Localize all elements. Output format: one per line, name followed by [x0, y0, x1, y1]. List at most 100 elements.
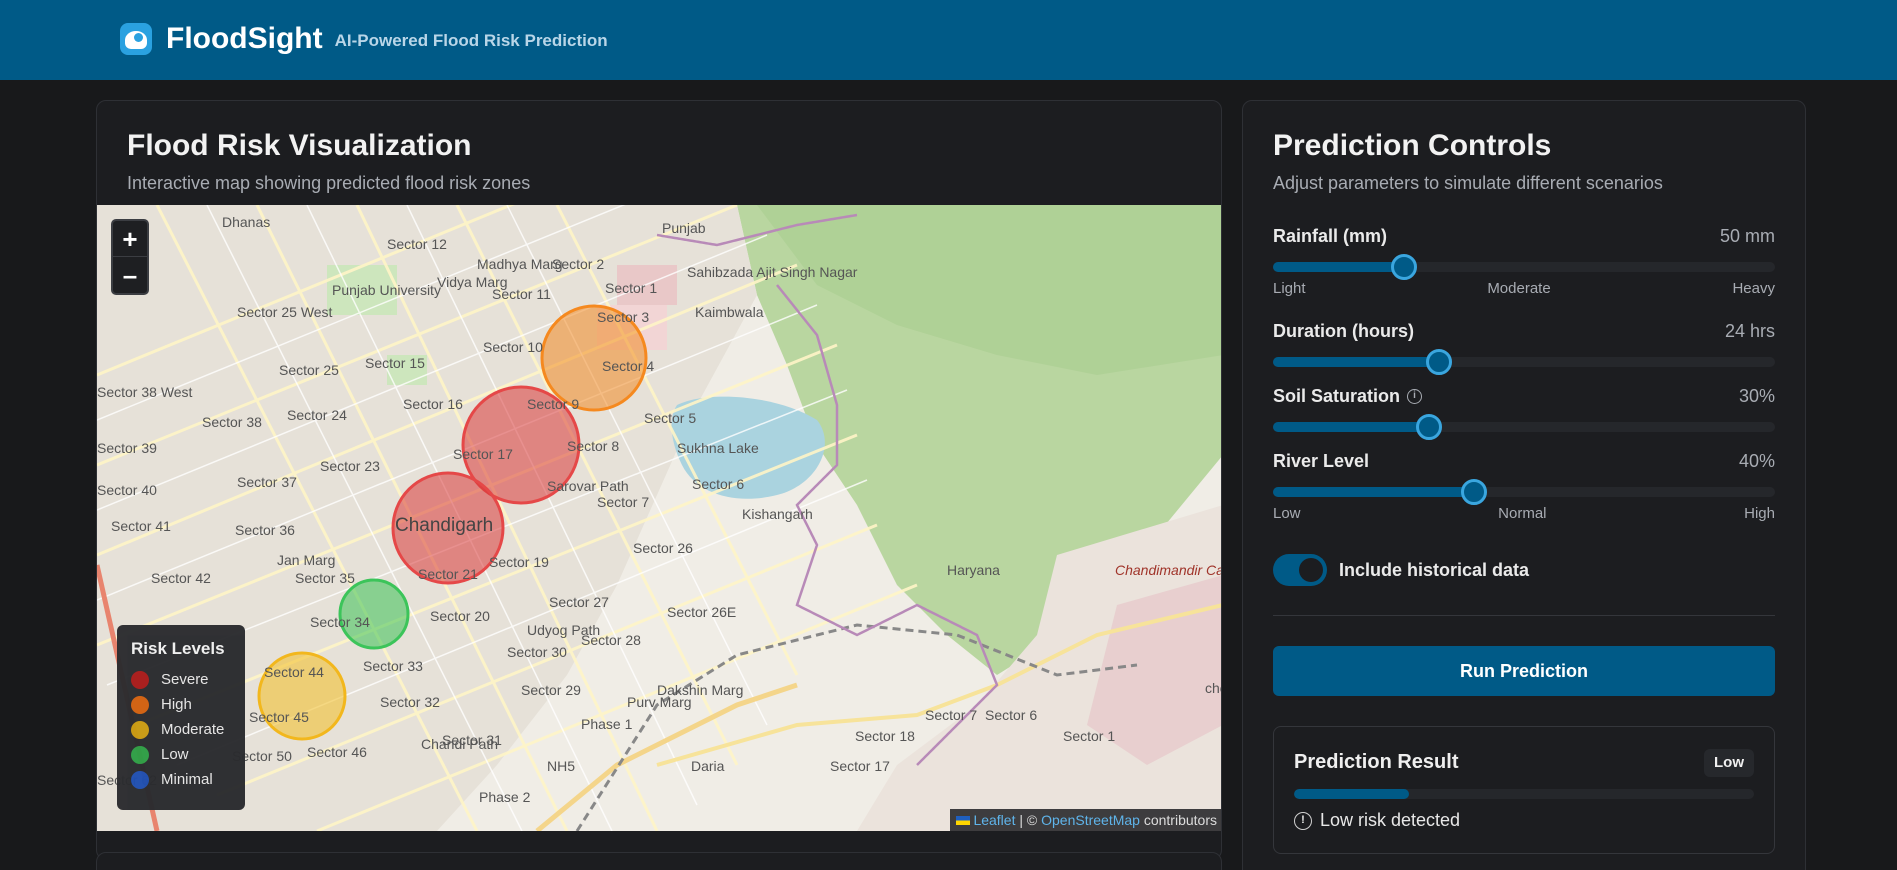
map-place-label: Sector 46 — [307, 744, 367, 760]
result-title: Prediction Result — [1294, 751, 1459, 773]
ukraine-flag-icon — [956, 816, 971, 825]
map-place-label: Sector 35 — [295, 570, 355, 586]
map-place-label: Sector 4 — [602, 358, 654, 374]
map-place-label: Dakshin Marg — [657, 682, 743, 698]
wave-logo-icon — [120, 23, 152, 55]
map-place-label: Sukhna Lake — [677, 440, 759, 456]
soil-saturation-value: 30% — [1738, 386, 1775, 406]
legend-swatch — [131, 770, 149, 789]
app-header: FloodSight AI-Powered Flood Risk Predict… — [0, 0, 1897, 80]
duration-slider-fill — [1273, 357, 1439, 367]
map-place-label: Sector 44 — [264, 664, 324, 680]
zoom-out-button[interactable]: – — [113, 257, 147, 293]
run-prediction-button[interactable]: Run Prediction — [1273, 646, 1775, 696]
controls-subtitle: Adjust parameters to simulate different … — [1273, 173, 1663, 193]
map-place-label: Sector 12 — [387, 236, 447, 252]
brand-tagline: AI-Powered Flood Risk Prediction — [334, 31, 608, 50]
map-place-label: Punjab — [662, 220, 706, 236]
map-place-label: che — [1205, 680, 1222, 696]
legend-swatch — [131, 720, 149, 739]
map-card: Flood Risk Visualization Interactive map… — [96, 100, 1222, 860]
legend-swatch — [131, 695, 149, 714]
flood-risk-map[interactable]: Dhanas Sector 12 Sector 2 Punjab University… — [97, 205, 1222, 831]
divider — [1273, 615, 1775, 616]
map-place-label: Sector 16 — [403, 396, 463, 412]
alert-circle-icon: ! — [1294, 811, 1312, 830]
map-place-label: Sector 26 — [633, 540, 693, 556]
river-level-slider[interactable] — [1273, 479, 1775, 505]
legend-label: High — [161, 696, 192, 713]
duration-slider[interactable] — [1273, 349, 1775, 375]
duration-slider-thumb[interactable] — [1425, 349, 1452, 375]
map-place-label: Sector 34 — [310, 614, 370, 630]
brand[interactable]: FloodSight AI-Powered Flood Risk Predict… — [120, 22, 608, 56]
controls-title: Prediction Controls — [1273, 129, 1552, 162]
river-level-slider-thumb[interactable] — [1460, 479, 1487, 505]
soil-saturation-control: Soil Saturation i 30% — [1273, 386, 1775, 440]
soil-saturation-slider-thumb[interactable] — [1415, 414, 1442, 440]
map-place-label: Kaimbwala — [695, 304, 764, 320]
result-message-text: Low risk detected — [1320, 810, 1461, 830]
zoom-in-button[interactable]: + — [113, 221, 147, 257]
map-place-label: Sector 11 — [492, 286, 551, 302]
rainfall-slider[interactable] — [1273, 254, 1775, 280]
map-place-label: Dhanas — [222, 214, 270, 230]
rainfall-slider-thumb[interactable] — [1390, 254, 1417, 280]
map-place-label: Chandi Path — [421, 736, 498, 752]
map-place-label: Sector 38 — [202, 414, 262, 430]
map-place-label: Sector 6 — [985, 707, 1037, 723]
map-place-label: Sector 1 — [605, 280, 657, 296]
scale-label: Low — [1273, 505, 1301, 522]
leaflet-link[interactable]: Leaflet — [973, 812, 1015, 828]
map-place-label: Sector 21 — [418, 566, 478, 582]
map-place-label: Sector 39 — [97, 440, 157, 456]
prediction-result-panel: Prediction Result Low ! Low risk detecte… — [1273, 726, 1775, 854]
map-place-label: Haryana — [947, 562, 1000, 578]
map-place-label: Madhya Marg — [477, 256, 563, 272]
legend-item: Low — [131, 742, 231, 767]
map-place-label: Phase 1 — [581, 716, 633, 732]
map-place-label: Sector 27 — [549, 594, 609, 610]
map-place-label: Daria — [691, 758, 725, 774]
map-place-label: Sector 26E — [667, 604, 736, 620]
map-place-label: Sector 38 West — [97, 384, 193, 400]
map-place-label: Sector 9 — [527, 396, 579, 412]
map-place-label: Jan Marg — [277, 552, 335, 568]
map-place-label: Sector 23 — [320, 458, 380, 474]
map-place-label: Sector 30 — [507, 644, 567, 660]
result-message: ! Low risk detected — [1294, 810, 1460, 831]
map-place-label: Sector 42 — [151, 570, 211, 586]
soil-saturation-slider-fill — [1273, 422, 1429, 432]
soil-saturation-label-row: Soil Saturation i — [1273, 386, 1775, 407]
legend-label: Low — [161, 746, 189, 763]
map-card-title: Flood Risk Visualization — [127, 129, 472, 162]
map-place-label: Sector 45 — [249, 709, 309, 725]
duration-value: 24 hrs — [1724, 321, 1775, 341]
legend-swatch — [131, 670, 149, 689]
map-place-label: Punjab University — [332, 282, 441, 298]
rainfall-slider-fill — [1273, 262, 1404, 272]
soil-saturation-slider[interactable] — [1273, 414, 1775, 440]
map-tiles[interactable]: DhanasSector 12Sector 2Punjab University… — [97, 205, 1222, 831]
river-level-control: River Level 40% Low Normal High — [1273, 451, 1775, 522]
map-card-subtitle: Interactive map showing predicted flood … — [127, 173, 531, 193]
river-level-scale: Low Normal High — [1273, 505, 1775, 522]
map-place-label: Sector 3 — [597, 309, 649, 325]
map-place-label: Sarovar Path — [547, 478, 629, 494]
map-place-label: Sector 1 — [1063, 728, 1115, 744]
river-level-label: River Level — [1273, 451, 1370, 471]
osm-link[interactable]: OpenStreetMap — [1041, 812, 1140, 828]
map-place-label: NH5 — [547, 758, 575, 774]
legend-label: Moderate — [161, 721, 225, 738]
zoom-controls: + – — [111, 219, 149, 295]
map-place-label: Sector 19 — [489, 554, 549, 570]
info-icon[interactable]: i — [1407, 389, 1423, 404]
map-place-label: Sector 41 — [111, 518, 171, 534]
historical-data-toggle[interactable] — [1273, 554, 1327, 586]
attribution-suffix: contributors — [1139, 812, 1217, 828]
map-place-label: Chandigarh — [395, 515, 493, 536]
rainfall-control: Rainfall (mm) 50 mm Light Moderate Heavy — [1273, 226, 1775, 297]
scale-label: Moderate — [1487, 280, 1551, 297]
map-place-label: Sector 5 — [644, 410, 696, 426]
legend-item: Severe — [131, 667, 231, 692]
